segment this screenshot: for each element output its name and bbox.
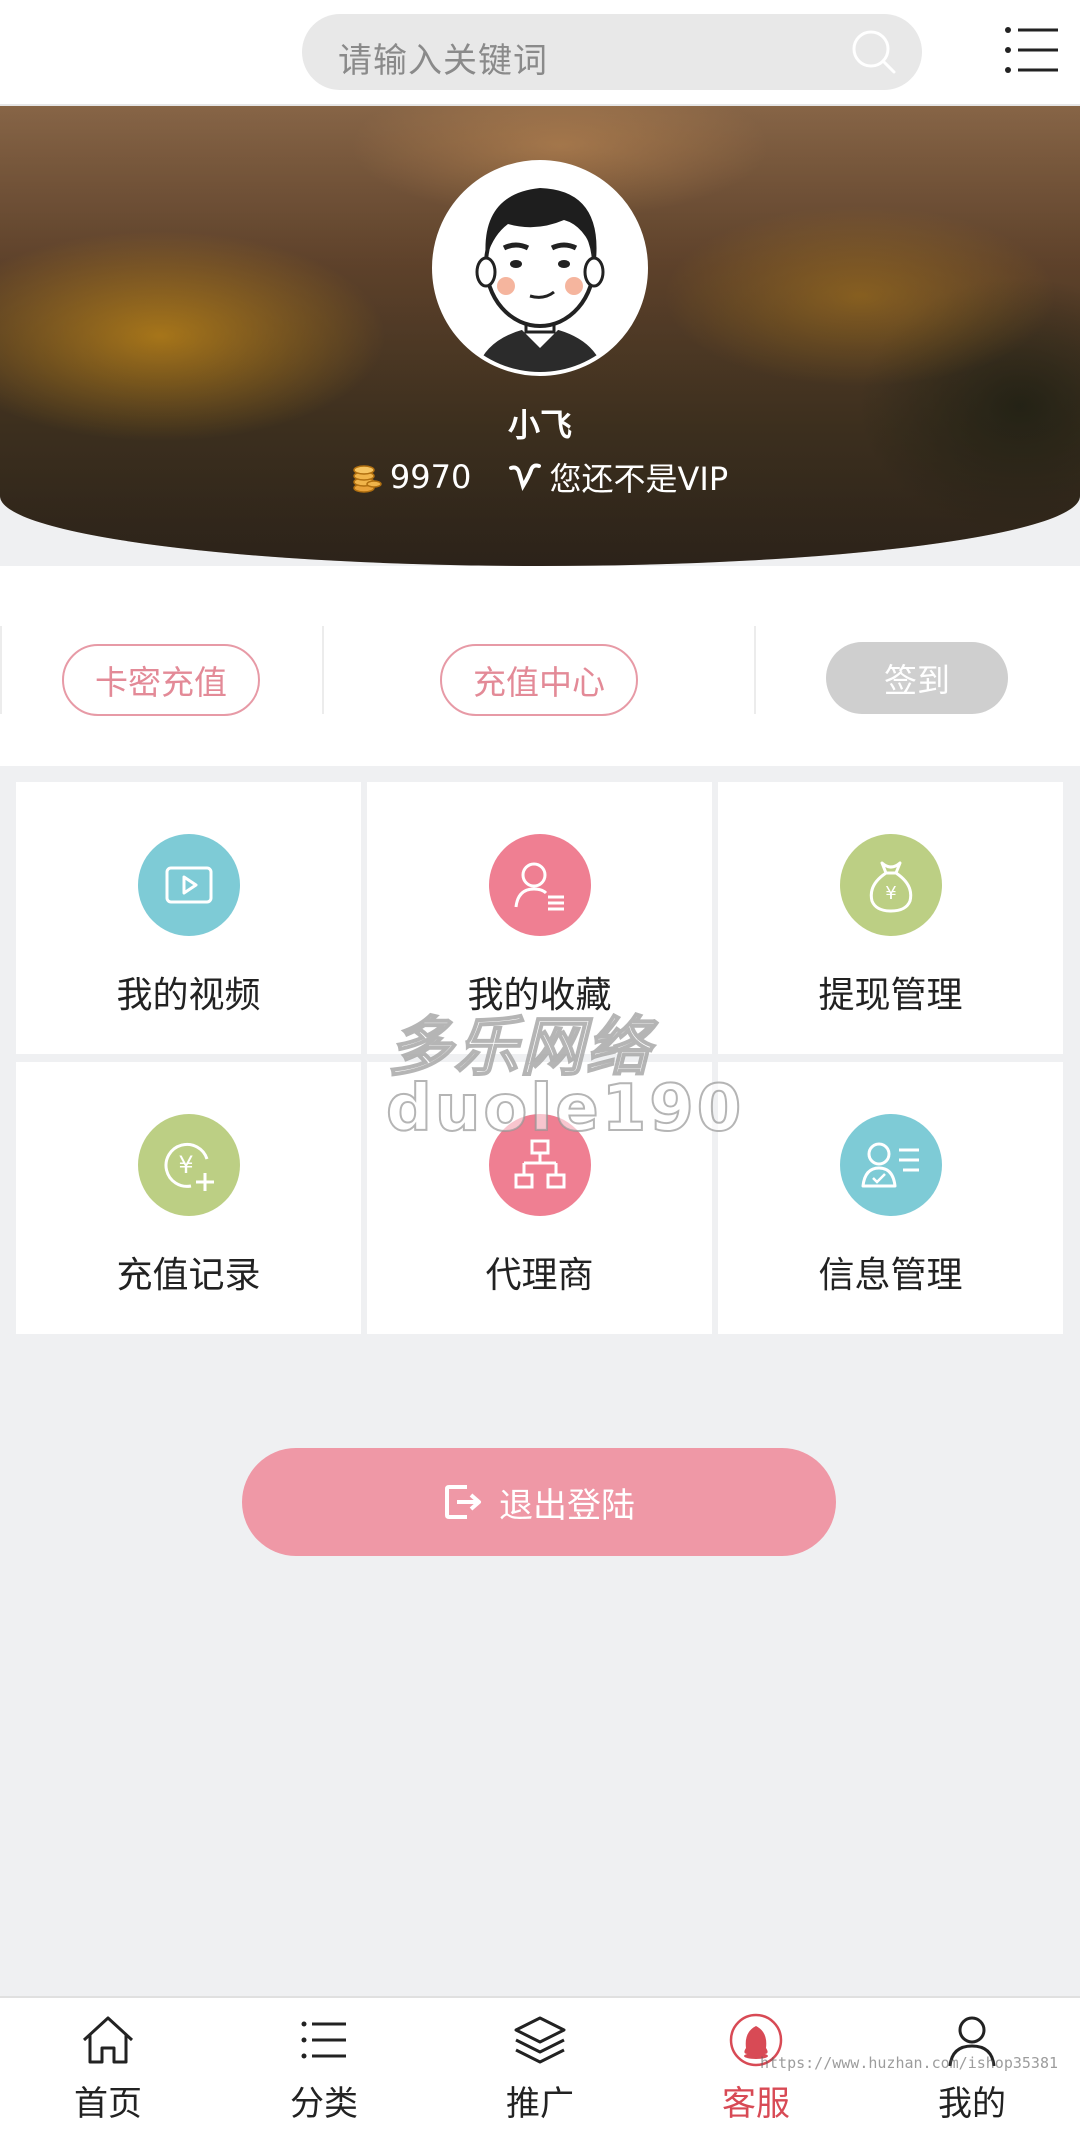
action-row: 卡密充值 充值中心 签到 bbox=[0, 566, 1080, 766]
logout-icon bbox=[445, 1485, 481, 1519]
profile-stats: 9970 您还不是VIP bbox=[0, 454, 1080, 500]
grid-item-label: 我的视频 bbox=[116, 975, 261, 1016]
money-bag-icon: ¥ bbox=[840, 834, 942, 936]
home-icon bbox=[82, 2016, 134, 2064]
vip-status: 您还不是VIP bbox=[509, 454, 728, 500]
divider bbox=[754, 626, 756, 714]
list-icon bbox=[301, 2021, 346, 2059]
nav-label: 首页 bbox=[74, 2084, 142, 2124]
layers-icon bbox=[514, 2016, 566, 2064]
logout-button[interactable]: 退出登陆 bbox=[242, 1448, 836, 1556]
grid-item-recharge-records[interactable]: ¥ 充值记录 bbox=[16, 1062, 361, 1334]
avatar-image bbox=[436, 164, 644, 372]
grid-item-my-videos[interactable]: 我的视频 bbox=[16, 782, 361, 1054]
url-watermark: https://www.huzhan.com/ishop35381 bbox=[760, 2054, 1059, 2072]
coin-balance: 9970 bbox=[352, 458, 471, 496]
watermark-text-latin: duole190 bbox=[385, 1071, 745, 1147]
vip-text: 您还不是VIP bbox=[549, 460, 729, 498]
video-icon bbox=[138, 834, 240, 936]
coin-value: 9970 bbox=[389, 458, 472, 496]
menu-icon[interactable] bbox=[1004, 24, 1060, 76]
username: 小飞 bbox=[507, 406, 572, 444]
nav-item-home[interactable]: 首页 bbox=[0, 1998, 216, 2133]
search-bar[interactable]: 请输入关键词 bbox=[302, 14, 922, 90]
user-card-icon bbox=[840, 1114, 942, 1216]
nav-label: 推广 bbox=[506, 2084, 574, 2124]
grid-item-info-management[interactable]: 信息管理 bbox=[718, 1062, 1063, 1334]
search-input[interactable]: 请输入关键词 bbox=[338, 33, 548, 82]
grid-item-label: 充值记录 bbox=[116, 1255, 261, 1296]
recharge-center-button[interactable]: 充值中心 bbox=[440, 644, 638, 716]
divider bbox=[322, 626, 324, 714]
user-list-icon bbox=[489, 834, 591, 936]
grid-item-label: 代理商 bbox=[485, 1255, 594, 1296]
sign-in-button[interactable]: 签到 bbox=[826, 642, 1008, 714]
svg-text:¥: ¥ bbox=[885, 883, 896, 904]
nav-label: 分类 bbox=[290, 2084, 358, 2124]
profile-banner: 小飞 9970 您还不是VIP bbox=[0, 106, 1080, 566]
search-icon[interactable] bbox=[850, 28, 898, 76]
header: 请输入关键词 bbox=[0, 0, 1080, 106]
coins-icon bbox=[353, 465, 382, 493]
nav-item-category[interactable]: 分类 bbox=[216, 1998, 432, 2133]
avatar[interactable] bbox=[432, 160, 648, 376]
yen-plus-icon: ¥ bbox=[138, 1114, 240, 1216]
card-recharge-button[interactable]: 卡密充值 bbox=[62, 644, 260, 716]
nav-item-promote[interactable]: 推广 bbox=[432, 1998, 648, 2133]
nav-label: 我的 bbox=[938, 2084, 1006, 2124]
logout-label: 退出登陆 bbox=[499, 1485, 635, 1526]
svg-text:¥: ¥ bbox=[178, 1151, 193, 1179]
grid-item-label: 提现管理 bbox=[818, 975, 963, 1016]
divider bbox=[0, 626, 2, 714]
grid-item-label: 信息管理 bbox=[818, 1255, 963, 1296]
nav-label: 客服 bbox=[722, 2084, 790, 2124]
vip-icon bbox=[509, 463, 542, 491]
grid-item-withdraw-management[interactable]: ¥ 提现管理 bbox=[718, 782, 1063, 1054]
